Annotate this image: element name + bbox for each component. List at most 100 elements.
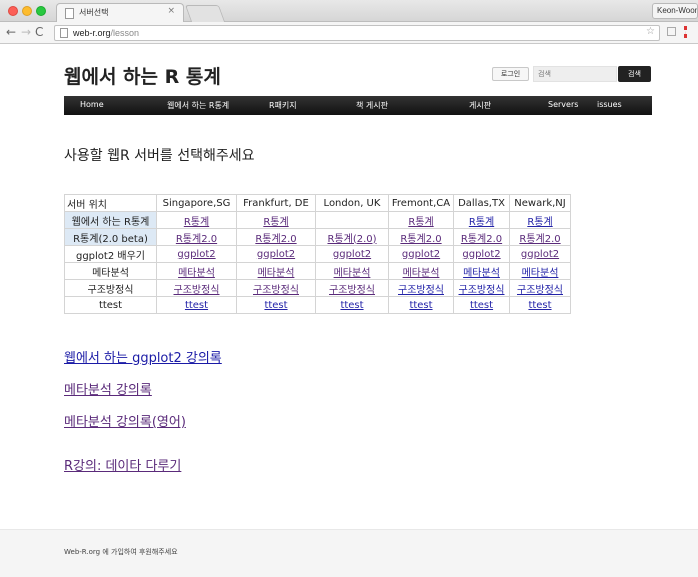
- browser-toolbar: ← → C web-r.org/lesson ☆: [0, 22, 698, 44]
- table-cell: R통계2.0: [156, 228, 237, 246]
- table-cell: ttest: [453, 296, 510, 314]
- table-cell: ggplot2: [315, 245, 389, 263]
- server-link[interactable]: 구조방정식: [253, 285, 299, 296]
- nav-item-home[interactable]: Home: [80, 100, 104, 109]
- server-link[interactable]: 메타분석: [178, 268, 215, 279]
- row-label: ggplot2 배우기: [64, 245, 157, 263]
- server-link[interactable]: R통계: [184, 217, 209, 228]
- nav-item-web-r-stats[interactable]: 웹에서 하는 R통계: [167, 100, 229, 111]
- server-link[interactable]: ggplot2: [521, 249, 559, 260]
- new-tab-button[interactable]: [184, 5, 226, 22]
- meta-analysis-english-lecture-link[interactable]: 메타분석 강의록(영어): [64, 411, 186, 430]
- extension-icon[interactable]: [667, 27, 676, 36]
- server-link[interactable]: R통계2.0: [176, 234, 217, 245]
- server-link[interactable]: 메타분석: [403, 268, 440, 279]
- server-link[interactable]: ttest: [264, 300, 287, 311]
- server-link[interactable]: R통계2.0: [400, 234, 441, 245]
- table-cell: R통계: [388, 211, 454, 229]
- table-cell: R통계(2.0): [315, 228, 389, 246]
- server-link[interactable]: ttest: [409, 300, 432, 311]
- server-link[interactable]: 메타분석: [258, 268, 295, 279]
- page-heading: 사용할 웹R 서버를 선택해주세요: [64, 148, 255, 164]
- server-link[interactable]: ttest: [528, 300, 551, 311]
- server-link[interactable]: R통계2.0: [519, 234, 560, 245]
- table-cell: R통계2.0: [453, 228, 510, 246]
- table-row: 구조방정식 구조방정식 구조방정식 구조방정식 구조방정식 구조방정식 구조방정…: [64, 279, 571, 297]
- server-link[interactable]: 구조방정식: [517, 285, 563, 296]
- meta-analysis-lecture-link[interactable]: 메타분석 강의록: [64, 379, 152, 398]
- table-cell: ggplot2: [453, 245, 510, 263]
- server-link[interactable]: R통계: [408, 217, 433, 228]
- menu-icon[interactable]: [684, 26, 687, 38]
- row-label: 웹에서 하는 R통계: [64, 211, 157, 229]
- server-link[interactable]: ggplot2: [177, 249, 215, 260]
- table-cell: 구조방정식: [236, 279, 316, 297]
- server-link[interactable]: ttest: [340, 300, 363, 311]
- table-header-cell: Newark,NJ: [509, 194, 571, 212]
- nav-item-r-packages[interactable]: R패키지: [269, 100, 297, 111]
- table-row: 웹에서 하는 R통계 R통계 R통계 R통계 R통계 R통계: [64, 211, 571, 229]
- row-label: 구조방정식: [64, 279, 157, 297]
- server-link[interactable]: 구조방정식: [398, 285, 444, 296]
- nav-item-board[interactable]: 게시판: [469, 100, 491, 111]
- data-handling-lecture-link[interactable]: R강의: 데이타 다루기: [64, 455, 181, 474]
- server-link[interactable]: R통계: [527, 217, 552, 228]
- server-link[interactable]: ggplot2: [333, 249, 371, 260]
- table-header-cell: Singapore,SG: [156, 194, 237, 212]
- reload-icon[interactable]: C: [35, 25, 43, 39]
- table-cell: 메타분석: [236, 262, 316, 280]
- ggplot2-lecture-link[interactable]: 웹에서 하는 ggplot2 강의록: [64, 347, 222, 366]
- server-link[interactable]: ttest: [185, 300, 208, 311]
- row-label: ttest: [64, 296, 157, 314]
- server-link[interactable]: 메타분석: [463, 268, 500, 279]
- table-cell: ggplot2: [388, 245, 454, 263]
- server-link[interactable]: R통계(2.0): [327, 234, 376, 245]
- close-window-button[interactable]: [8, 6, 18, 16]
- page-icon: [65, 8, 74, 19]
- server-link[interactable]: R통계2.0: [461, 234, 502, 245]
- table-header-cell: London, UK: [315, 194, 389, 212]
- server-link[interactable]: 구조방정식: [174, 285, 220, 296]
- url-path: /lesson: [110, 28, 140, 38]
- server-link[interactable]: 구조방정식: [459, 285, 505, 296]
- table-header-cell: 서버 위치: [64, 194, 157, 212]
- minimize-window-button[interactable]: [22, 6, 32, 16]
- zoom-window-button[interactable]: [36, 6, 46, 16]
- forward-arrow-icon[interactable]: →: [21, 25, 31, 39]
- profile-button[interactable]: Keon-Woong: [652, 3, 698, 19]
- server-link[interactable]: R통계2.0: [255, 234, 296, 245]
- server-link[interactable]: ttest: [470, 300, 493, 311]
- server-link[interactable]: R통계: [263, 217, 288, 228]
- browser-tab[interactable]: 서버선택 ×: [56, 3, 184, 22]
- back-arrow-icon[interactable]: ←: [6, 25, 16, 39]
- page-footer: Web-R.org 에 가입하여 후원해주세요: [0, 529, 698, 577]
- server-link[interactable]: 메타분석: [522, 268, 559, 279]
- nav-item-book-board[interactable]: 책 게시판: [356, 100, 388, 111]
- server-link[interactable]: R통계: [469, 217, 494, 228]
- bookmark-star-icon[interactable]: ☆: [646, 26, 655, 37]
- table-row: R통계(2.0 beta) R통계2.0 R통계2.0 R통계(2.0) R통계…: [64, 228, 571, 246]
- table-cell: ggplot2: [156, 245, 237, 263]
- table-header-cell: Dallas,TX: [453, 194, 510, 212]
- table-cell: R통계2.0: [388, 228, 454, 246]
- table-cell: ttest: [509, 296, 571, 314]
- search-input[interactable]: [533, 66, 617, 82]
- login-button[interactable]: 로그인: [492, 67, 529, 81]
- table-cell: ggplot2: [236, 245, 316, 263]
- server-link[interactable]: 구조방정식: [329, 285, 375, 296]
- server-link[interactable]: 메타분석: [334, 268, 371, 279]
- server-link[interactable]: ggplot2: [402, 249, 440, 260]
- table-cell: ggplot2: [509, 245, 571, 263]
- server-link[interactable]: ggplot2: [462, 249, 500, 260]
- tab-close-icon[interactable]: ×: [167, 6, 175, 16]
- table-cell: ttest: [156, 296, 237, 314]
- server-link[interactable]: ggplot2: [257, 249, 295, 260]
- search-button[interactable]: 검색: [618, 66, 651, 82]
- table-cell: ttest: [315, 296, 389, 314]
- address-bar[interactable]: web-r.org/lesson ☆: [54, 25, 660, 41]
- nav-item-issues[interactable]: issues: [597, 100, 622, 109]
- table-cell: 구조방정식: [388, 279, 454, 297]
- table-cell: 메타분석: [509, 262, 571, 280]
- site-title[interactable]: 웹에서 하는 R 통계: [64, 62, 221, 89]
- nav-item-servers[interactable]: Servers: [548, 100, 578, 109]
